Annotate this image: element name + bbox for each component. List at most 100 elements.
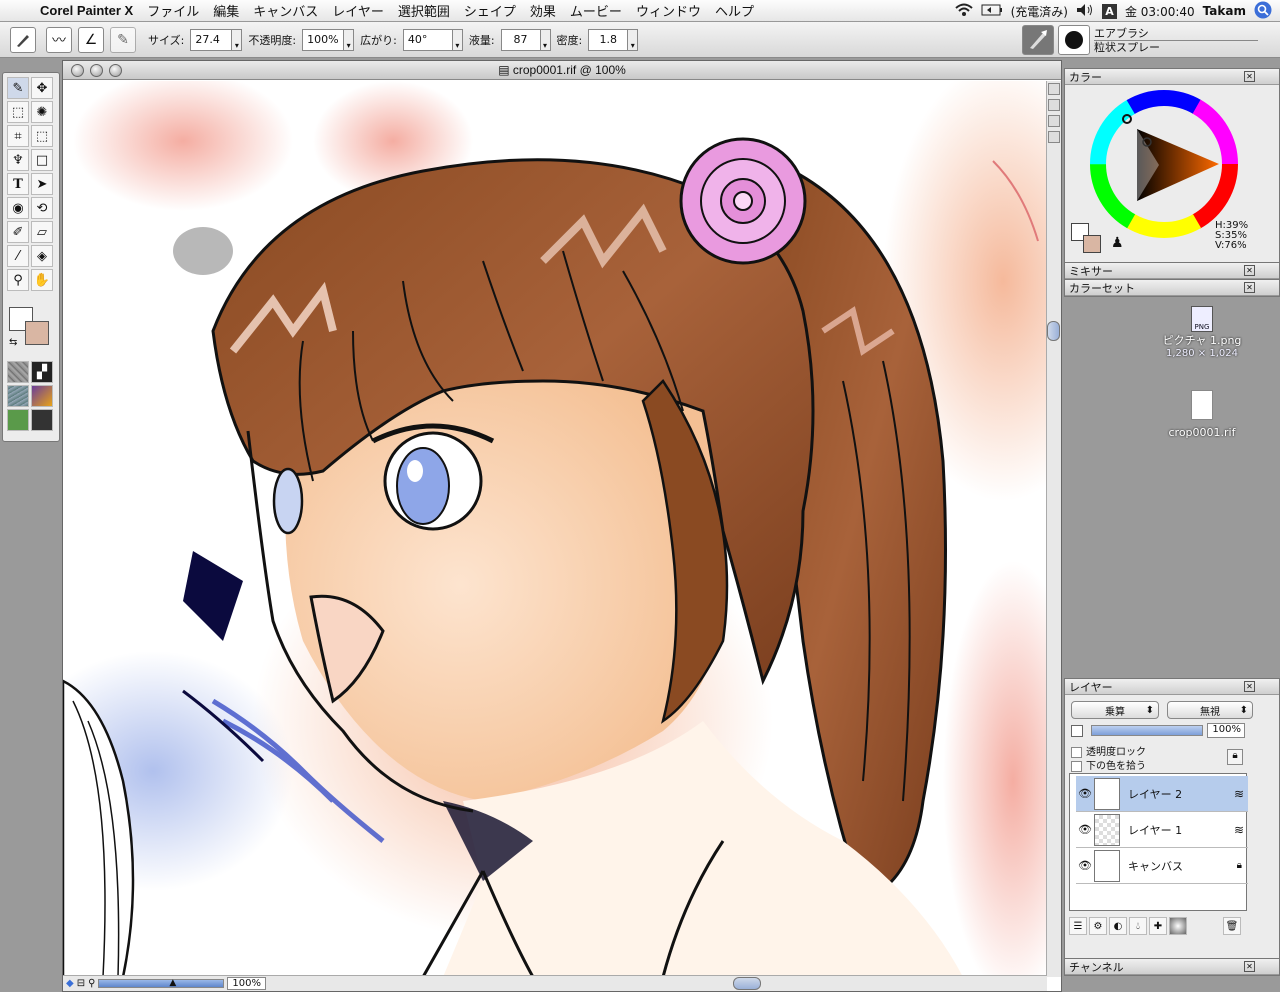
layers-panel-header[interactable]: レイヤー ✕ <box>1065 679 1279 695</box>
clone-color-icon[interactable]: ♟ <box>1111 235 1124 251</box>
new-layer-icon[interactable]: ✚ <box>1149 917 1167 935</box>
layer-opacity-field[interactable]: 100% <box>1207 723 1245 738</box>
main-color-swatch[interactable] <box>25 321 49 345</box>
divine-proportion-icon[interactable]: ◉ <box>7 197 29 219</box>
layer-opacity-slider[interactable] <box>1091 725 1203 736</box>
composite-method-select[interactable]: 乗算 ⬍ <box>1071 701 1159 719</box>
layer-row-2[interactable]: 👁︎ レイヤー 2 ≋ <box>1076 776 1248 812</box>
pattern-selector-icon[interactable] <box>7 385 29 407</box>
brush-category-icon[interactable] <box>1022 25 1054 55</box>
wifi-icon[interactable] <box>954 3 973 20</box>
menu-movie[interactable]: ムービー <box>570 1 622 20</box>
menu-layers[interactable]: レイヤー <box>332 1 384 20</box>
minimize-button[interactable] <box>90 64 103 77</box>
color-wheel[interactable] <box>1089 89 1239 239</box>
horizontal-scroll-thumb[interactable] <box>733 977 761 990</box>
rectangle-shape-icon[interactable]: □ <box>31 149 53 171</box>
layer-commands-icon[interactable]: ☰ <box>1069 917 1087 935</box>
selection-adjuster-icon[interactable]: ⬚ <box>31 125 53 147</box>
brush-category-name[interactable]: エアブラシ <box>1094 27 1258 41</box>
color-panel-header[interactable]: カラー ✕ <box>1065 69 1279 85</box>
channels-panel-header[interactable]: チャンネル ✕ <box>1065 959 1279 975</box>
close-icon[interactable]: ✕ <box>1244 961 1255 972</box>
menu-file[interactable]: ファイル <box>147 1 199 20</box>
menu-select[interactable]: 選択範囲 <box>398 1 450 20</box>
brush-ghost-icon[interactable]: ✎ <box>110 26 136 53</box>
zoom-out-icon[interactable]: ⊟ <box>77 978 85 989</box>
input-method-icon[interactable]: A <box>1101 3 1117 19</box>
magnifier-icon[interactable]: ⚲ <box>7 269 29 291</box>
eye-icon[interactable]: 👁︎ <box>1076 787 1094 800</box>
lock-layer-icon[interactable]: 🔒︎ <box>1227 749 1243 765</box>
flow-slider-arrow[interactable]: ▾ <box>540 28 551 51</box>
grid-toggle-icon[interactable] <box>1048 83 1060 95</box>
nozzle-selector-icon[interactable] <box>31 409 53 431</box>
swap-colors-icon[interactable]: ⇆ <box>9 337 17 348</box>
opacity-field[interactable]: 100% <box>302 28 345 51</box>
text-tool-icon[interactable]: T <box>7 173 29 195</box>
rect-select-icon[interactable]: ⬚ <box>7 101 29 123</box>
zoom-button[interactable] <box>109 64 122 77</box>
density-slider-arrow[interactable]: ▾ <box>628 28 639 51</box>
zoom-icon[interactable]: ⚲ <box>88 978 95 989</box>
brush-tool-icon[interactable]: ✎ <box>7 77 29 99</box>
look-selector-icon[interactable] <box>7 409 29 431</box>
eye-icon[interactable]: 👁︎ <box>1076 823 1094 836</box>
screen-mode-icon[interactable] <box>1048 115 1060 127</box>
layer-mask-icon[interactable]: ◐ <box>1109 917 1127 935</box>
painting-canvas[interactable] <box>63 81 1047 977</box>
colorset-panel-header[interactable]: カラーセット ✕ <box>1065 280 1279 296</box>
brush-variant-dot-icon[interactable] <box>1058 25 1090 55</box>
menu-effects[interactable]: 効果 <box>530 1 556 20</box>
gradient-selector-icon[interactable]: ▞ <box>31 361 53 383</box>
paint-bucket-icon[interactable]: ◈ <box>31 245 53 267</box>
layer-row-1[interactable]: 👁︎ レイヤー 1 ≋ <box>1076 812 1248 848</box>
mixer-panel-header[interactable]: ミキサー ✕ <box>1065 263 1279 279</box>
stroke-straight-icon[interactable]: ∠ <box>78 26 104 53</box>
crop-icon[interactable]: ⌗ <box>7 125 29 147</box>
size-slider-arrow[interactable]: ▾ <box>232 28 243 51</box>
menu-user[interactable]: Takam <box>1203 4 1246 18</box>
app-menu[interactable]: Corel Painter X <box>40 3 133 18</box>
rotate-page-icon[interactable]: ⟲ <box>31 197 53 219</box>
lock-transparency-checkbox[interactable]: 透明度ロック <box>1071 743 1146 758</box>
size-field[interactable]: 27.4 <box>190 28 233 51</box>
composite-depth-select[interactable]: 無視 ⬍ <box>1167 701 1253 719</box>
trash-icon[interactable]: 🗑︎ <box>1223 917 1241 935</box>
pick-underlying-checkbox[interactable]: 下の色を拾う <box>1071 757 1146 772</box>
new-watercolor-icon[interactable]: 💧︎ <box>1129 917 1147 935</box>
dynamic-plugins-icon[interactable]: ⚙ <box>1089 917 1107 935</box>
menu-shapes[interactable]: シェイプ <box>464 1 516 20</box>
density-field[interactable]: 1.8 <box>588 28 629 51</box>
menu-edit[interactable]: 編集 <box>213 1 239 20</box>
info-icon[interactable]: ◆ <box>66 978 74 989</box>
paper-selector-icon[interactable] <box>7 361 29 383</box>
tracing-paper-icon[interactable] <box>1048 99 1060 111</box>
spotlight-icon[interactable] <box>1254 1 1272 22</box>
magic-wand-icon[interactable]: ✺ <box>31 101 53 123</box>
layer-row-canvas[interactable]: 👁︎ キャンバス 🔒︎ <box>1076 848 1248 884</box>
close-icon[interactable]: ✕ <box>1244 265 1255 276</box>
menu-clock[interactable]: 金 03:00:40 <box>1125 3 1195 20</box>
layer-adjuster-icon[interactable]: ✥ <box>31 77 53 99</box>
layout-grid-icon[interactable] <box>1048 131 1060 143</box>
flow-field[interactable]: 87 <box>500 28 541 51</box>
eraser-icon[interactable]: ▱ <box>31 221 53 243</box>
vertical-scrollbar[interactable] <box>1046 81 1061 977</box>
zoom-slider[interactable]: ▲ <box>98 978 225 988</box>
document-titlebar[interactable]: ▤ crop0001.rif @ 100% <box>63 61 1061 80</box>
close-icon[interactable]: ✕ <box>1244 681 1255 692</box>
dropper-icon[interactable]: ⁄ <box>7 245 29 267</box>
brush-tool-icon[interactable] <box>10 26 36 53</box>
color-main-swatch[interactable] <box>1083 235 1101 253</box>
shape-selection-icon[interactable]: ➤ <box>31 173 53 195</box>
desktop-file-rif[interactable]: crop0001.rif <box>1154 390 1250 439</box>
opacity-slider-arrow[interactable]: ▾ <box>344 28 355 51</box>
menu-canvas[interactable]: キャンバス <box>253 1 318 20</box>
menu-window[interactable]: ウィンドウ <box>636 1 701 20</box>
close-icon[interactable]: ✕ <box>1244 282 1255 293</box>
close-button[interactable] <box>71 64 84 77</box>
volume-icon[interactable] <box>1076 3 1094 20</box>
brush-variant-name[interactable]: 粒状スプレー <box>1094 41 1258 54</box>
pen-icon[interactable]: ♆ <box>7 149 29 171</box>
